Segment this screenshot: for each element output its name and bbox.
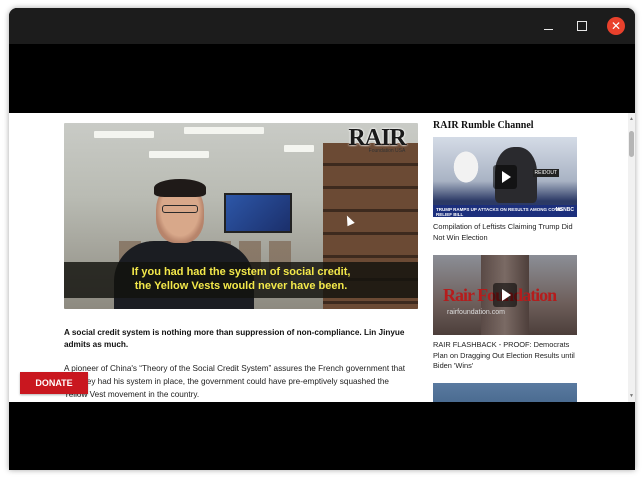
scroll-down-icon[interactable]: ▼ xyxy=(629,393,634,399)
app-window: ✕ RAIR Foundation USA If you had had the… xyxy=(9,8,635,470)
subtitle-line-1: If you had had the system of social cred… xyxy=(131,266,351,278)
donate-button[interactable]: DONATE xyxy=(20,372,88,394)
capitol-dome xyxy=(447,143,485,183)
maximize-button[interactable] xyxy=(570,14,594,38)
scrollbar-thumb[interactable] xyxy=(629,131,634,157)
title-bar: ✕ xyxy=(9,8,635,44)
close-icon: ✕ xyxy=(607,17,625,35)
video-thumbnail-1[interactable]: REIDOUT TRUMP RAMPS UP ATTACKS ON RESULT… xyxy=(433,137,577,217)
rair-logo: RAIR Foundation USA xyxy=(342,125,412,155)
speaker-hair xyxy=(154,179,206,197)
video-thumbnail-2[interactable]: Rair Foundation rairfoundation.com xyxy=(433,255,577,335)
minimize-icon xyxy=(543,28,553,30)
ceiling-light xyxy=(284,145,314,152)
maximize-icon xyxy=(577,21,587,31)
minimize-button[interactable] xyxy=(536,14,560,38)
background-screen xyxy=(224,193,292,233)
thumbnail-url: rairfoundation.com xyxy=(447,309,505,316)
article-paragraph: A pioneer of China's “Theory of the Soci… xyxy=(64,364,406,399)
video-thumbnail-3[interactable] xyxy=(433,383,577,402)
ceiling-light xyxy=(149,151,209,158)
scroll-up-icon[interactable]: ▲ xyxy=(629,116,634,122)
ceiling-light xyxy=(184,127,264,134)
article-lead: A social credit system is nothing more t… xyxy=(64,328,405,349)
video-player[interactable]: RAIR Foundation USA If you had had the s… xyxy=(64,123,418,309)
logo-text: RAIR xyxy=(348,125,406,151)
ceiling-light xyxy=(94,131,154,138)
news-ticker: TRUMP RAMPS UP ATTACKS ON RESULTS AMONG … xyxy=(433,205,577,217)
logo-subtext: Foundation USA xyxy=(368,148,406,154)
video-caption-2[interactable]: RAIR FLASHBACK - PROOF: Democrats Plan o… xyxy=(433,340,579,372)
close-button[interactable]: ✕ xyxy=(604,14,628,38)
video-subtitle: If you had had the system of social cred… xyxy=(64,265,418,293)
sidebar-title: RAIR Rumble Channel xyxy=(433,120,534,131)
article-body: A social credit system is nothing more t… xyxy=(64,327,409,401)
speaker-glasses xyxy=(162,205,198,213)
video-caption-1[interactable]: Compilation of Leftists Claiming Trump D… xyxy=(433,222,579,243)
subtitle-line-2: the Yellow Vests would never have been. xyxy=(134,280,348,292)
play-icon[interactable] xyxy=(493,283,517,307)
play-icon[interactable] xyxy=(493,165,517,189)
show-badge: REIDOUT xyxy=(532,169,559,177)
letterbox-bottom xyxy=(9,402,635,470)
page-content: RAIR Foundation USA If you had had the s… xyxy=(9,113,635,402)
letterbox-top xyxy=(9,44,635,113)
network-logo: MSNBC xyxy=(555,207,574,213)
